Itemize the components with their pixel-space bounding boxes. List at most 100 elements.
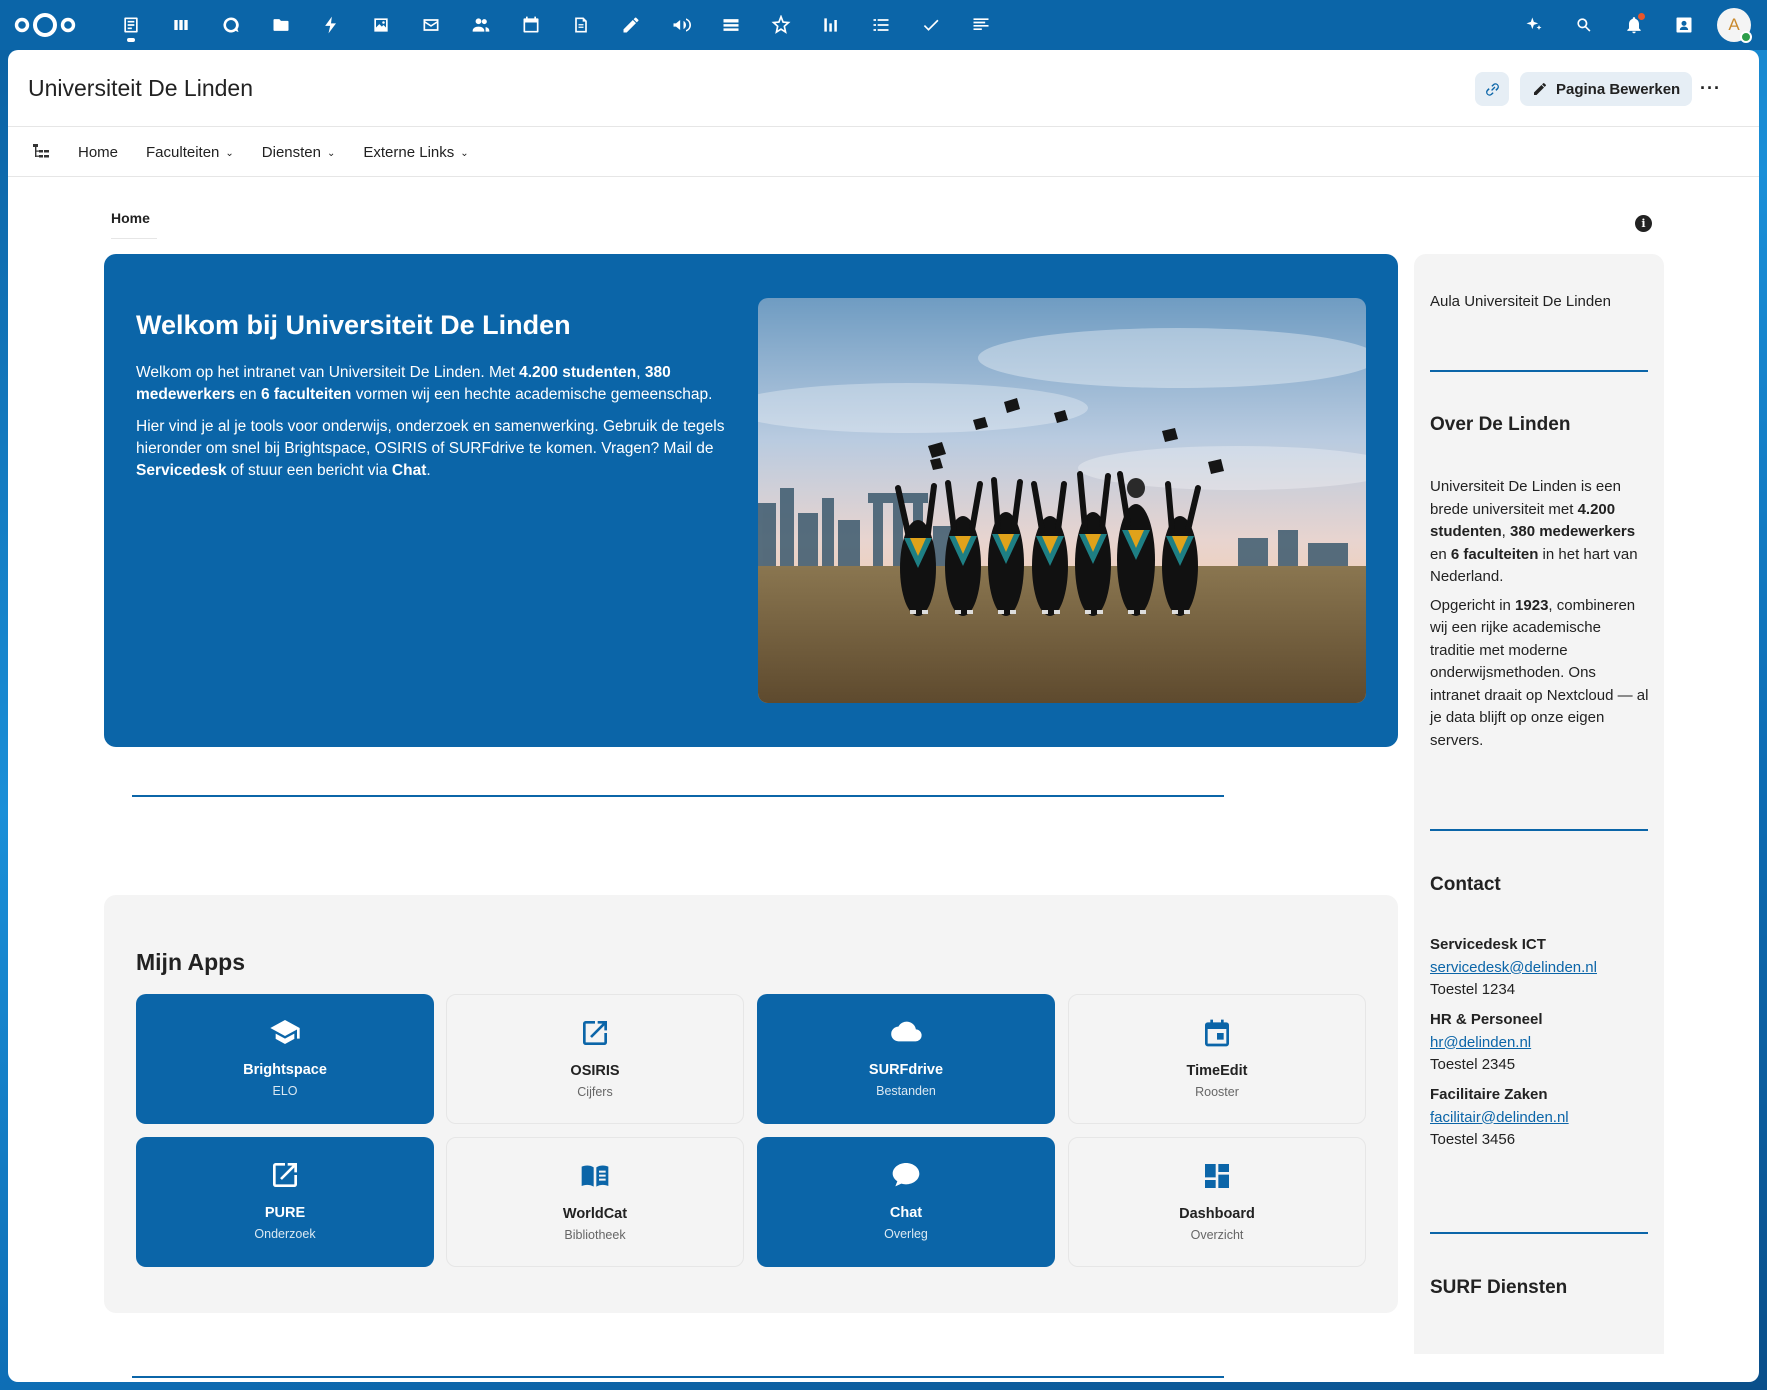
contact-email-link[interactable]: servicedesk@delinden.nl bbox=[1430, 959, 1597, 976]
info-icon[interactable]: i bbox=[1635, 215, 1652, 232]
contact-email-link[interactable]: facilitair@delinden.nl bbox=[1430, 1109, 1569, 1126]
search-icon[interactable] bbox=[1559, 0, 1609, 50]
page-tree-icon[interactable] bbox=[33, 143, 49, 159]
bold-text: 6 faculteiten bbox=[1450, 545, 1539, 563]
deck-app-icon[interactable] bbox=[156, 0, 206, 50]
photos-app-icon[interactable] bbox=[356, 0, 406, 50]
contacts-app-icon[interactable] bbox=[456, 0, 506, 50]
analytics-app-icon[interactable] bbox=[806, 0, 856, 50]
tables-app-icon[interactable] bbox=[706, 0, 756, 50]
external-link-icon bbox=[583, 1021, 607, 1045]
home-app-icon[interactable] bbox=[106, 0, 156, 50]
bold-text: Servicedesk bbox=[136, 462, 227, 479]
app-tile-worldcat[interactable]: WorldCat Bibliotheek bbox=[446, 1137, 744, 1267]
edit-page-label: Pagina Bewerken bbox=[1556, 80, 1681, 98]
calendar-icon bbox=[1205, 1019, 1229, 1047]
text: en bbox=[1430, 545, 1451, 563]
tile-name: WorldCat bbox=[562, 1206, 628, 1222]
chevron-down-icon: ⌄ bbox=[326, 147, 336, 159]
bold-text: Chat bbox=[391, 462, 427, 479]
nav-item-faculteiten[interactable]: Faculteiten ⌄ bbox=[146, 144, 234, 161]
nav-item-home[interactable]: Home bbox=[78, 144, 118, 161]
text: Opgericht in bbox=[1430, 596, 1516, 614]
app-menu bbox=[106, 0, 1006, 50]
hero-paragraph-1: Welkom op het intranet van Universiteit … bbox=[136, 362, 726, 406]
nav-item-diensten[interactable]: Diensten ⌄ bbox=[262, 144, 336, 161]
text: . bbox=[426, 462, 431, 479]
forms-app-icon[interactable] bbox=[956, 0, 1006, 50]
whiteboard-app-icon[interactable] bbox=[606, 0, 656, 50]
tile-subtitle: Onderzoek bbox=[254, 1227, 316, 1241]
app-tile-chat[interactable]: Chat Overleg bbox=[757, 1137, 1055, 1267]
nav-label: Externe Links bbox=[363, 143, 455, 161]
nav-label: Diensten bbox=[261, 143, 321, 161]
chevron-down-icon: ⌄ bbox=[460, 147, 469, 159]
bold-text: 380 medewerkers bbox=[1510, 523, 1636, 540]
hero-paragraph-2: Hier vind je al je tools voor onderwijs,… bbox=[136, 416, 726, 482]
tile-name: TimeEdit bbox=[1186, 1063, 1248, 1079]
contact-phone: Toestel 3456 bbox=[1430, 1131, 1516, 1148]
about-paragraph-1: Universiteit De Linden is een brede univ… bbox=[1430, 476, 1650, 589]
files-app-icon[interactable] bbox=[256, 0, 306, 50]
edit-page-button[interactable]: Pagina Bewerken bbox=[1520, 72, 1693, 106]
app-tile-osiris[interactable]: OSIRIS Cijfers bbox=[446, 994, 744, 1124]
user-avatar[interactable]: A bbox=[1717, 8, 1752, 43]
more-actions-button[interactable]: ··· bbox=[1700, 78, 1721, 99]
announcements-app-icon[interactable] bbox=[656, 0, 706, 50]
nav-label: Home bbox=[78, 143, 119, 161]
nextcloud-logo[interactable] bbox=[14, 10, 76, 40]
about-title: Over De Linden bbox=[1430, 414, 1571, 435]
nav-item-externe-links[interactable]: Externe Links ⌄ bbox=[363, 144, 468, 161]
tile-name: PURE bbox=[264, 1205, 306, 1221]
tile-subtitle: Bibliotheek bbox=[564, 1228, 626, 1242]
tasks-app-icon[interactable] bbox=[856, 0, 906, 50]
my-apps-title: Mijn Apps bbox=[136, 949, 246, 975]
page-navigation: Home Faculteiten ⌄ Diensten ⌄ Externe Link… bbox=[8, 127, 1759, 177]
section-divider bbox=[132, 1376, 1224, 1378]
tile-subtitle: Cijfers bbox=[577, 1085, 613, 1099]
contact-email-link[interactable]: hr@delinden.nl bbox=[1430, 1034, 1531, 1051]
book-icon bbox=[581, 1165, 609, 1187]
app-tile-brightspace[interactable]: Brightspace ELO bbox=[136, 994, 434, 1124]
collectives-app-icon[interactable] bbox=[756, 0, 806, 50]
tile-name: OSIRIS bbox=[570, 1063, 620, 1079]
text: of stuur een bericht via bbox=[226, 462, 392, 479]
online-status-dot bbox=[1740, 31, 1752, 43]
text: Welkom op het intranet van Universiteit … bbox=[136, 364, 520, 381]
tile-subtitle: Rooster bbox=[1195, 1085, 1239, 1099]
checkmark-app-icon[interactable] bbox=[906, 0, 956, 50]
notification-dot bbox=[1638, 13, 1645, 20]
tile-name: Chat bbox=[889, 1205, 923, 1221]
graduation-photo bbox=[758, 298, 1366, 703]
tile-subtitle: Overleg bbox=[884, 1227, 928, 1241]
app-tile-pure[interactable]: PURE Onderzoek bbox=[136, 1137, 434, 1267]
app-tile-dashboard[interactable]: Dashboard Overzicht bbox=[1068, 1137, 1366, 1267]
copy-link-button[interactable] bbox=[1475, 72, 1509, 106]
text: , combineren wij een rijke academische t… bbox=[1430, 596, 1649, 749]
contact-phone: Toestel 1234 bbox=[1430, 981, 1516, 998]
about-paragraph-2: Opgericht in 1923, combineren wij een ri… bbox=[1430, 595, 1650, 753]
page-content: Home i Welkom bij Universiteit De Linden… bbox=[8, 177, 1759, 1378]
contact-name: Facilitaire Zaken bbox=[1430, 1086, 1548, 1103]
calendar-app-icon[interactable] bbox=[506, 0, 556, 50]
text: , bbox=[636, 364, 645, 381]
mail-app-icon[interactable] bbox=[406, 0, 456, 50]
assistant-sparkle-icon[interactable] bbox=[1509, 0, 1559, 50]
tile-name: SURFdrive bbox=[868, 1062, 944, 1078]
breadcrumb[interactable]: Home bbox=[111, 210, 157, 239]
hero-title: Welkom bij Universiteit De Linden bbox=[136, 310, 571, 340]
welcome-hero: Welkom bij Universiteit De Linden Welkom… bbox=[104, 254, 1398, 747]
notifications-bell-icon[interactable] bbox=[1609, 0, 1659, 50]
bold-text: 6 faculteiten bbox=[260, 386, 352, 403]
contact-facilitair: Facilitaire Zaken facilitair@delinden.nl… bbox=[1430, 1084, 1660, 1152]
talk-app-icon[interactable] bbox=[206, 0, 256, 50]
contacts-menu-icon[interactable] bbox=[1659, 0, 1709, 50]
nav-label: Faculteiten bbox=[146, 143, 220, 161]
sidebar-divider bbox=[1430, 829, 1648, 831]
app-tile-timeedit[interactable]: TimeEdit Rooster bbox=[1068, 994, 1366, 1124]
flow-app-icon[interactable] bbox=[306, 0, 356, 50]
notes-app-icon[interactable] bbox=[556, 0, 606, 50]
sidebar-divider bbox=[1430, 1232, 1648, 1234]
app-tile-surfdrive[interactable]: SURFdrive Bestanden bbox=[757, 994, 1055, 1124]
right-sidebar: Aula Universiteit De Linden Over De Lind… bbox=[1414, 254, 1664, 1354]
